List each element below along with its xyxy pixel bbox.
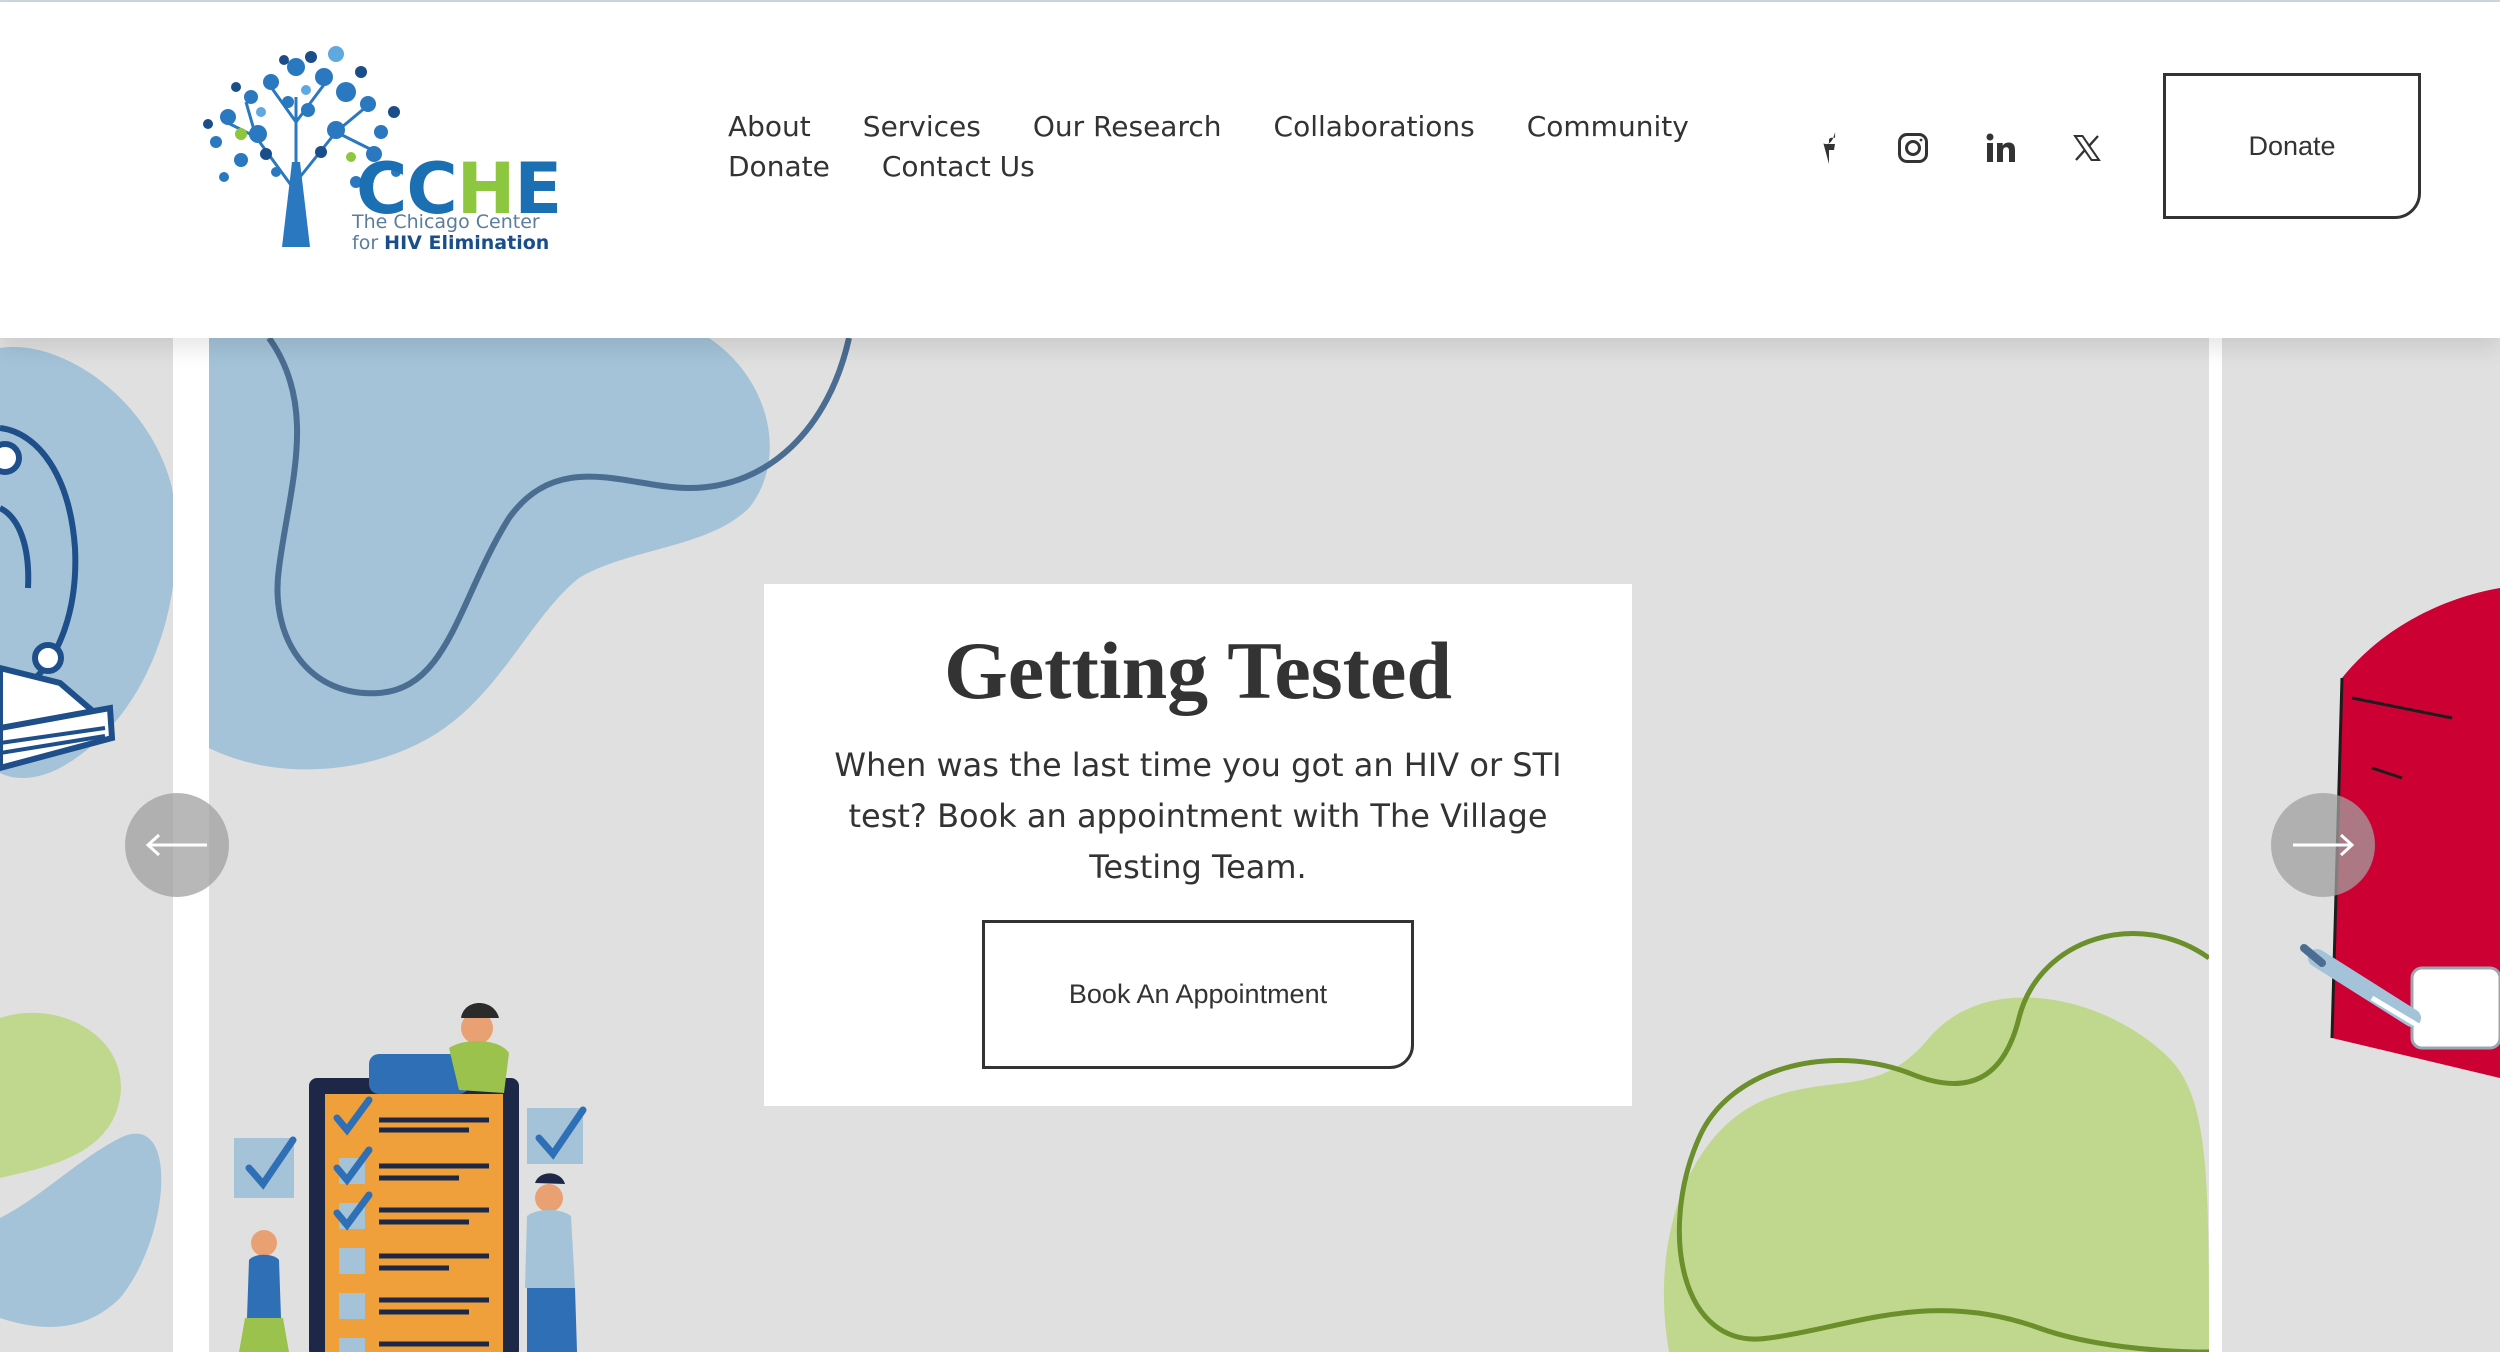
nav-services[interactable]: Services: [863, 110, 981, 144]
nav-collaborations[interactable]: Collaborations: [1274, 110, 1475, 144]
nav-donate[interactable]: Donate: [728, 150, 830, 184]
facebook-icon[interactable]: [1806, 128, 1846, 168]
carousel-next-button[interactable]: [2271, 793, 2375, 897]
x-twitter-icon[interactable]: [2067, 128, 2107, 168]
nav-contact-us[interactable]: Contact Us: [882, 150, 1035, 184]
nav-our-research[interactable]: Our Research: [1033, 110, 1222, 144]
donate-button[interactable]: Donate: [2163, 73, 2421, 219]
logo-tagline: The Chicago Center for HIV Elimination: [352, 211, 550, 254]
cche-logo[interactable]: CCHE The Chicago Center for HIV Eliminat…: [196, 42, 562, 260]
site-header: CCHE The Chicago Center for HIV Eliminat…: [0, 2, 2500, 338]
main-nav: About Services Our Research Collaboratio…: [728, 110, 1728, 184]
nav-community[interactable]: Community: [1527, 110, 1689, 144]
linkedin-icon[interactable]: [1981, 128, 2021, 168]
arrow-left-icon: [145, 833, 207, 857]
hero-card: Getting Tested When was the last time yo…: [764, 584, 1632, 1106]
nav-about[interactable]: About: [728, 110, 811, 144]
carousel-prev-button[interactable]: [125, 793, 229, 897]
book-appointment-button[interactable]: Book An Appointment: [982, 920, 1414, 1069]
instagram-icon[interactable]: [1893, 128, 1933, 168]
hero-title: Getting Tested: [944, 625, 1452, 716]
arrow-right-icon: [2293, 833, 2355, 857]
checklist-people-illustration: [234, 1003, 587, 1352]
hero-description: When was the last time you got an HIV or…: [834, 746, 1562, 886]
